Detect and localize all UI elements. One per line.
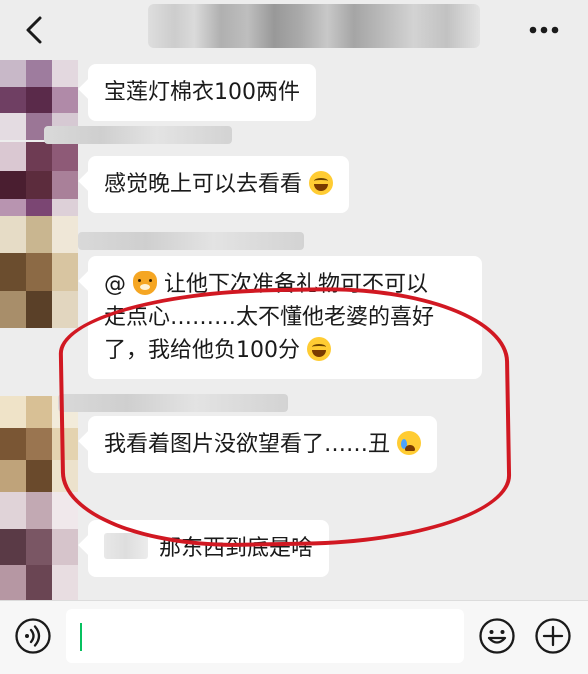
message-text: 宝莲灯棉衣100两件 <box>104 80 300 105</box>
chat-message-list[interactable]: 宝莲灯棉衣100两件 感觉晚上可以去看看 @ 让他下次准备礼物可不可以 走点心…… <box>0 60 588 602</box>
avatar[interactable] <box>0 216 78 328</box>
more-options-button[interactable] <box>524 12 564 48</box>
more-dots-icon <box>529 26 559 34</box>
message-text: 感觉晚上可以去看看 <box>104 172 303 197</box>
tiger-emoji <box>133 271 157 295</box>
message-input[interactable] <box>66 609 464 663</box>
message-bubble[interactable]: 宝莲灯棉衣100两件 <box>88 64 316 121</box>
blurred-text <box>104 533 148 559</box>
more-functions-button[interactable] <box>534 617 572 655</box>
chat-title-blurred <box>148 4 480 48</box>
laughing-tears-emoji <box>309 171 334 195</box>
voice-button[interactable] <box>14 617 52 655</box>
message-bubble[interactable]: 感觉晚上可以去看看 <box>88 156 350 213</box>
mention-at-sign: @ <box>104 272 126 297</box>
avatar[interactable] <box>0 492 78 602</box>
highlight-annotation <box>57 284 513 550</box>
message-input-bar <box>0 600 588 674</box>
top-bar <box>0 0 588 60</box>
sender-name-blurred <box>78 232 304 250</box>
voice-icon <box>15 618 51 654</box>
smiley-icon <box>479 618 515 654</box>
text-cursor <box>80 623 82 651</box>
sender-name-blurred <box>44 126 232 144</box>
plus-icon <box>535 618 571 654</box>
emoji-button[interactable] <box>478 617 516 655</box>
back-button[interactable] <box>18 12 54 48</box>
chevron-left-icon <box>26 16 42 44</box>
